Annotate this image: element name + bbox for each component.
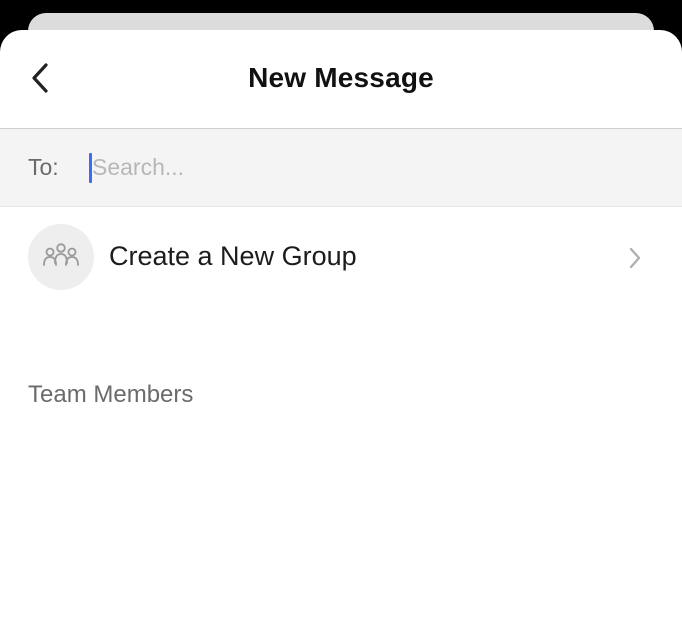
to-label: To: bbox=[28, 154, 59, 180]
recipient-bar: To: bbox=[0, 129, 682, 207]
group-avatar bbox=[28, 224, 94, 290]
create-group-label: Create a New Group bbox=[109, 241, 357, 271]
new-message-sheet: New Message To: Create a N bbox=[0, 30, 682, 618]
chevron-right-icon bbox=[624, 245, 646, 271]
create-group-row[interactable]: Create a New Group bbox=[0, 207, 682, 309]
page-title: New Message bbox=[248, 62, 434, 93]
team-members-heading: Team Members bbox=[28, 381, 194, 408]
search-input[interactable] bbox=[88, 147, 632, 187]
group-icon bbox=[41, 241, 81, 274]
header: New Message bbox=[0, 30, 682, 129]
